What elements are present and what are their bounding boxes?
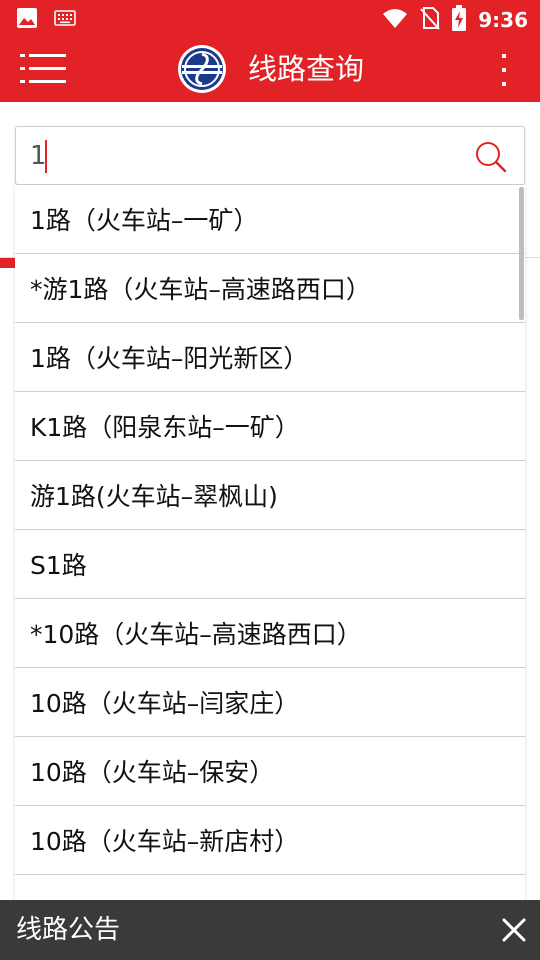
search-icon xyxy=(476,142,507,173)
search-button[interactable] xyxy=(475,141,507,173)
suggestion-item[interactable]: 10路（火车站–闫家庄） xyxy=(15,668,525,737)
app-bar: 线路查询 xyxy=(0,36,540,102)
suggestion-item[interactable]: *10路（火车站–高速路西口） xyxy=(15,599,525,668)
search-box[interactable]: 1 xyxy=(15,126,525,185)
suggestion-item[interactable]: S1路 xyxy=(15,530,525,599)
image-icon xyxy=(16,7,38,33)
status-time: 9:36 xyxy=(478,8,528,32)
suggestion-list: 1路（火车站–一矿） *游1路（火车站–高速路西口） 1路（火车站–阳光新区） … xyxy=(15,185,525,875)
announcement-bar[interactable]: 线路公告 xyxy=(0,900,540,960)
text-caret xyxy=(45,140,47,173)
suggestion-item[interactable]: 1路（火车站–一矿） xyxy=(15,185,525,254)
underlying-tab-indicator xyxy=(0,258,15,268)
menu-icon xyxy=(20,54,66,83)
scrollbar-thumb[interactable] xyxy=(519,187,524,320)
no-sim-icon xyxy=(420,6,440,34)
suggestion-item[interactable]: 游1路(火车站–翠枫山) xyxy=(15,461,525,530)
suggestion-item[interactable]: 1路（火车站–阳光新区） xyxy=(15,323,525,392)
status-bar: 9:36 xyxy=(0,0,540,36)
page-title: 线路查询 xyxy=(248,52,365,86)
more-vertical-icon xyxy=(502,54,506,86)
wifi-icon xyxy=(382,7,408,33)
announcement-label: 线路公告 xyxy=(16,915,121,945)
close-icon xyxy=(502,918,526,942)
keyboard-icon xyxy=(54,10,76,30)
suggestion-item[interactable]: *游1路（火车站–高速路西口） xyxy=(15,254,525,323)
suggestion-item[interactable]: K1路（阳泉东站–一矿） xyxy=(15,392,525,461)
transit-logo-icon xyxy=(177,44,227,94)
suggestion-item[interactable]: 10路（火车站–保安） xyxy=(15,737,525,806)
overflow-menu-button[interactable] xyxy=(496,50,512,90)
screen: 9:36 线路查询 1 1路（火车站–一矿） *游1路（火车站–高速路西口） 1… xyxy=(0,0,540,960)
menu-button[interactable] xyxy=(20,52,68,86)
battery-charging-icon xyxy=(452,5,467,35)
suggestion-dropdown: 1路（火车站–一矿） *游1路（火车站–高速路西口） 1路（火车站–阳光新区） … xyxy=(15,185,525,900)
close-button[interactable] xyxy=(498,914,530,946)
suggestion-item[interactable]: 10路（火车站–新店村） xyxy=(15,806,525,875)
